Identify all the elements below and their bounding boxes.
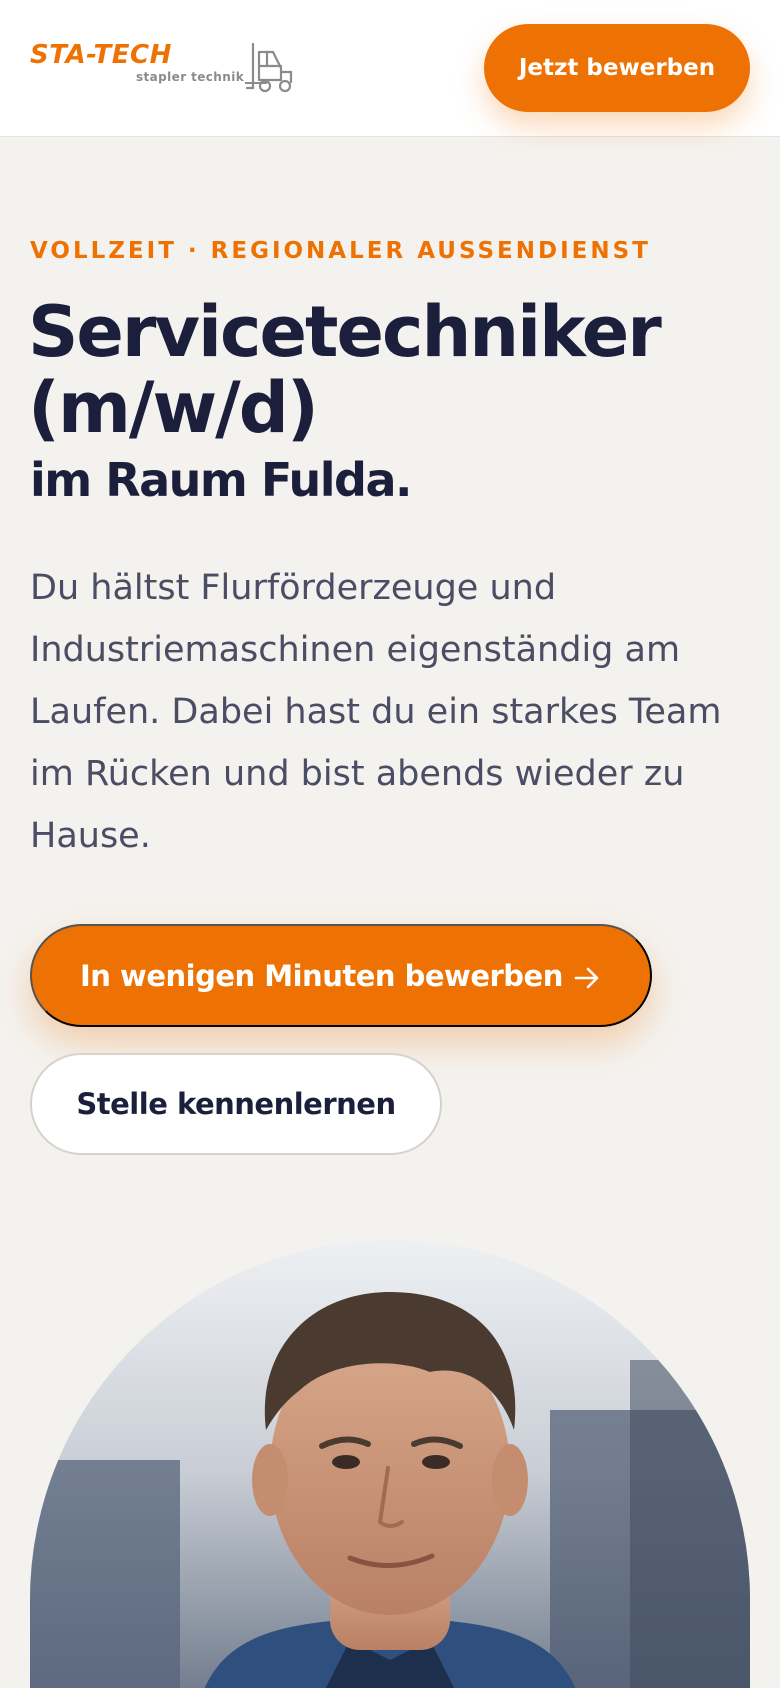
job-eyebrow: VOLLZEIT · REGIONALER AUSSENDIENST bbox=[30, 238, 651, 264]
arrow-right-icon bbox=[574, 967, 599, 989]
forklift-icon bbox=[245, 42, 293, 93]
learn-more-button[interactable]: Stelle kennenlernen bbox=[30, 1053, 442, 1155]
title-line-1: Servicetechniker bbox=[28, 291, 662, 373]
page-title: Servicetechniker (m/w/d) bbox=[28, 294, 748, 446]
portrait-illustration bbox=[30, 1240, 750, 1688]
apply-now-button[interactable]: Jetzt bewerben bbox=[484, 24, 750, 112]
job-description: Du hältst Flurförderzeuge und Industriem… bbox=[30, 568, 722, 856]
sta-tech-logo[interactable]: STA-TECH stapler technik bbox=[30, 40, 300, 96]
quick-apply-label: In wenigen Minuten bewerben bbox=[80, 958, 563, 993]
logo-tagline: stapler technik bbox=[136, 70, 245, 84]
title-line-2: (m/w/d) bbox=[28, 367, 319, 449]
employee-portrait bbox=[30, 1240, 750, 1688]
location-subtitle: im Raum Fulda. bbox=[30, 453, 412, 507]
logo-wordmark: STA-TECH bbox=[30, 40, 172, 70]
site-header: STA-TECH stapler technik Jetzt bewerben bbox=[0, 0, 780, 137]
quick-apply-button[interactable]: In wenigen Minuten bewerben bbox=[30, 924, 652, 1027]
